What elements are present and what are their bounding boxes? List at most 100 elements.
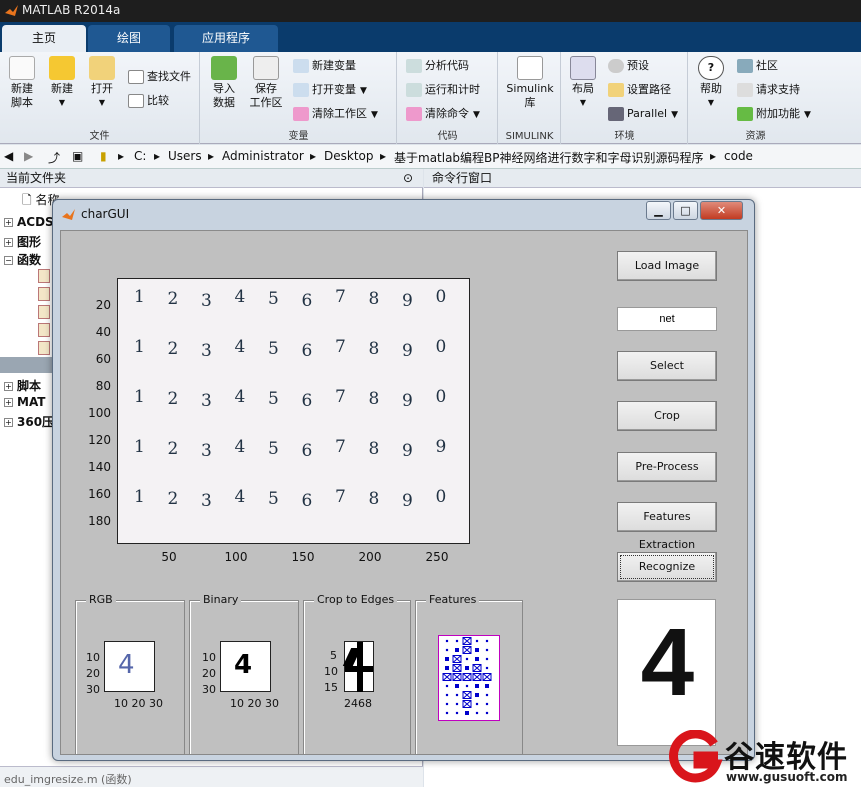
load-image-button[interactable]: Load Image [617,251,717,281]
maximize-button[interactable]: □ [673,201,698,220]
open-variable-button[interactable]: 打开变量 ▼ [293,80,367,100]
run-and-time-button[interactable]: 运行和计时 [406,80,480,100]
main-image-axes[interactable]: 1 2 3 4 5 6 7 8 9 0 1 2 3 4 5 6 7 8 9 0 1 2 3 4 5 6 7 8 9 0 1 2 3 4 5 6 7 8 9 9… [117,278,470,544]
app-title: MATLAB R2014a [22,3,121,17]
breadcrumb-project[interactable]: 基于matlab编程BP神经网络进行数字和字母识别源码程序 [394,149,704,166]
tree-item-acds[interactable]: + ACDS [4,215,54,229]
run-time-icon [406,83,422,97]
recognize-button[interactable]: Recognize [617,552,717,582]
crop-button[interactable]: Crop [617,401,717,431]
parallel-button[interactable]: Parallel ▼ [608,104,678,124]
layout-icon [570,56,596,80]
compare-button[interactable]: 比较 [128,91,169,111]
axis-tick-label: 250 [425,550,449,564]
expand-icon[interactable]: + [4,382,13,391]
back-arrow-icon[interactable]: ◀ [4,149,13,163]
matlab-logo-icon [5,5,18,16]
new-script-button[interactable]: 新建 脚本 [2,52,42,110]
preprocess-button[interactable]: Pre-Process [617,452,717,482]
digit-glyph: 5 [268,389,279,409]
expand-icon[interactable]: + [4,238,13,247]
tree-item-graphics[interactable]: + 图形 [4,233,41,250]
new-variable-icon [293,59,309,73]
save-workspace-button[interactable]: 保存 工作区 [245,52,287,110]
help-button[interactable]: ? 帮助 ▼ [693,52,729,110]
digit-glyph: 2 [167,389,179,409]
feature-dot-mark [475,639,479,643]
forward-arrow-icon[interactable]: ▶ [24,149,33,163]
select-button[interactable]: Select [617,351,717,381]
layout-button[interactable]: 布局 ▼ [566,52,600,110]
new-variable-button[interactable]: 新建变量 [293,56,356,76]
clear-workspace-button[interactable]: 清除工作区 ▼ [293,104,378,124]
simulink-library-button[interactable]: Simulink 库 [501,52,559,110]
import-data-button[interactable]: 导入 数据 [205,52,243,110]
feature-dot-mark [455,693,459,697]
rgb-panel: RGB 4 10 20 30 10 20 30 [75,593,185,755]
preferences-button[interactable]: 预设 [608,56,649,76]
digit-glyph: 9 [402,491,413,511]
tree-item-mat[interactable]: + MAT [4,395,45,409]
up-folder-icon[interactable]: ⤴ [48,149,60,166]
digit-glyph: 5 [268,439,279,459]
collapse-icon[interactable]: − [4,256,13,265]
ribbon-section-file: 新建 脚本 新建 ▼ 打开 ▼ 查找文件 比较 文件 [0,52,200,144]
expand-icon[interactable]: + [4,218,13,227]
ribbon-section-resources: ? 帮助 ▼ 社区 请求支持 附加功能 ▼ 资源 [689,52,822,144]
request-support-button[interactable]: 请求支持 [737,80,800,100]
features-extraction-button[interactable]: Features Extraction [617,502,717,551]
rgb-panel-title: RGB [86,593,116,606]
tree-item-scripts[interactable]: + 脚本 [4,377,41,394]
feature-dot-mark [455,702,459,706]
feature-dot-mark [445,648,449,652]
features-panel: Features [415,593,523,755]
close-button[interactable]: ✕ [700,201,743,220]
digit-glyph: 4 [234,437,246,457]
community-button[interactable]: 社区 [737,56,778,76]
function-file-icon[interactable] [38,323,50,337]
function-file-icon[interactable] [38,287,50,301]
set-path-button[interactable]: 设置路径 [608,80,671,100]
breadcrumb-code[interactable]: code [724,149,753,163]
new-button[interactable]: 新建 ▼ [44,52,80,110]
breadcrumb-administrator[interactable]: Administrator [222,149,304,163]
function-file-icon[interactable] [38,269,50,283]
analyze-code-button[interactable]: 分析代码 [406,56,469,76]
browse-folder-icon[interactable]: ▣ [72,149,83,163]
feature-dot-mark [485,639,489,643]
axis-tick-label: 80 [95,379,111,393]
tree-item-360[interactable]: +360压 [4,413,54,430]
minimize-button[interactable]: ▁ [646,201,671,220]
clear-commands-button[interactable]: 清除命令 ▼ [406,104,480,124]
breadcrumb-users[interactable]: Users [168,149,202,163]
function-file-icon[interactable] [38,305,50,319]
panel-menu-icon[interactable]: ⊙ [403,169,413,187]
digit-glyph: 8 [368,439,380,459]
add-ons-button[interactable]: 附加功能 ▼ [737,104,811,124]
digit-glyph: 6 [301,441,313,461]
digit-glyph: 7 [335,287,346,307]
open-button[interactable]: 打开 ▼ [84,52,120,110]
parallel-icon [608,107,624,121]
feature-dot-mark [455,711,459,715]
breadcrumb-desktop[interactable]: Desktop [324,149,374,163]
expand-icon[interactable]: + [4,418,13,427]
expand-icon[interactable]: + [4,398,13,407]
tab-plots[interactable]: 绘图 [88,25,170,52]
tab-home[interactable]: 主页 [2,25,86,52]
simulink-icon [517,56,543,80]
selected-file-row[interactable] [0,357,52,373]
tab-apps[interactable]: 应用程序 [174,25,278,52]
feature-dot-mark [445,684,449,688]
feature-dot-mark [475,711,479,715]
digit-glyph: 2 [167,289,179,309]
function-file-icon[interactable] [38,341,50,355]
chargui-window: charGUI ▁ □ ✕ 1 2 3 4 5 6 7 8 9 0 1 2 3 4 5 6 7 8 9 0 1 2 3 4 5 6… [52,199,755,761]
file-column-icon: 🗋 [22,193,36,207]
breadcrumb-c[interactable]: C: [134,149,146,163]
ribbon-toolbar: 新建 脚本 新建 ▼ 打开 ▼ 查找文件 比较 文件 导入 数据 保存 工作区 新建… [0,52,861,144]
tree-item-functions[interactable]: − 函数 [4,251,41,268]
find-files-button[interactable]: 查找文件 [128,67,191,87]
net-input[interactable] [617,307,717,331]
digit-glyph: 3 [201,391,212,411]
